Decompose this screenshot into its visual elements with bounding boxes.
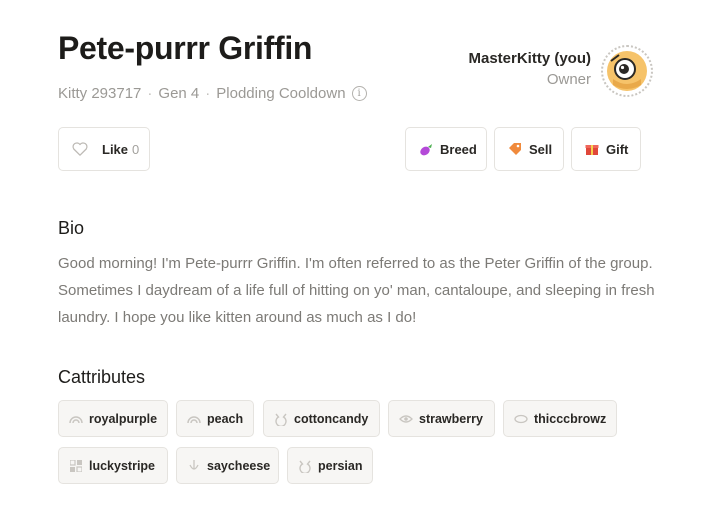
separator: · xyxy=(147,85,153,102)
price-tag-icon xyxy=(507,141,523,157)
owner-name[interactable]: MasterKitty (you) xyxy=(468,50,591,67)
kitty-meta: Kitty 293717 · Gen 4 · Plodding Cooldown… xyxy=(58,85,367,102)
kitty-name: Pete-purrr Griffin xyxy=(58,30,313,66)
sell-button[interactable]: Sell xyxy=(494,127,564,171)
cattribute-tag[interactable]: saycheese xyxy=(176,447,279,484)
cattribute-label: persian xyxy=(318,458,363,473)
cattribute-label: strawberry xyxy=(419,411,483,426)
cattribute-tag[interactable]: thicccbrowz xyxy=(503,400,617,437)
cattribute-label: saycheese xyxy=(207,458,271,473)
cattribute-tag[interactable]: cottoncandy xyxy=(263,400,380,437)
gift-box-icon xyxy=(584,141,600,157)
cat-head-icon xyxy=(274,412,288,426)
kitty-id: Kitty 293717 xyxy=(58,85,142,102)
kitty-cooldown: Plodding Cooldown xyxy=(216,85,346,102)
cattributes-heading: Cattributes xyxy=(58,367,146,387)
owner-block: MasterKitty (you) Owner xyxy=(468,50,591,88)
eye-icon xyxy=(399,412,413,426)
cattribute-label: peach xyxy=(207,411,244,426)
separator: · xyxy=(205,85,211,102)
cattribute-label: royalpurple xyxy=(89,411,158,426)
eggplant-icon xyxy=(418,141,434,157)
owner-avatar[interactable] xyxy=(601,45,653,97)
bio-text: Good morning! I'm Pete-purrr Griffin. I'… xyxy=(58,255,655,326)
rainbow-icon xyxy=(69,412,83,426)
pattern-icon xyxy=(69,459,83,473)
cattribute-tag[interactable]: persian xyxy=(287,447,373,484)
info-icon[interactable]: i xyxy=(351,86,367,101)
like-label: Like xyxy=(102,141,129,157)
kitty-avatar-icon xyxy=(607,51,647,91)
gift-button[interactable]: Gift xyxy=(571,127,641,171)
mouth-icon xyxy=(187,459,201,473)
owner-role: Owner xyxy=(546,71,591,88)
cattribute-tag[interactable]: royalpurple xyxy=(58,400,168,437)
cattribute-tag[interactable]: peach xyxy=(176,400,254,437)
bio-heading: Bio xyxy=(58,218,85,238)
breed-label: Breed xyxy=(440,141,477,157)
rainbow-icon xyxy=(187,412,201,426)
heart-icon xyxy=(72,141,88,157)
cattribute-tag[interactable]: luckystripe xyxy=(58,447,168,484)
cat-head-icon xyxy=(298,459,312,473)
cattribute-label: luckystripe xyxy=(89,458,156,473)
kitty-generation: Gen 4 xyxy=(158,85,200,102)
cattribute-label: thicccbrowz xyxy=(534,411,607,426)
gift-label: Gift xyxy=(606,141,629,157)
breed-button[interactable]: Breed xyxy=(405,127,487,171)
eye-icon xyxy=(514,412,528,426)
sell-label: Sell xyxy=(529,141,553,157)
like-button[interactable]: Like 0 xyxy=(58,127,150,171)
cattribute-tag[interactable]: strawberry xyxy=(388,400,495,437)
cattribute-label: cottoncandy xyxy=(294,411,369,426)
like-count: 0 xyxy=(132,141,140,157)
